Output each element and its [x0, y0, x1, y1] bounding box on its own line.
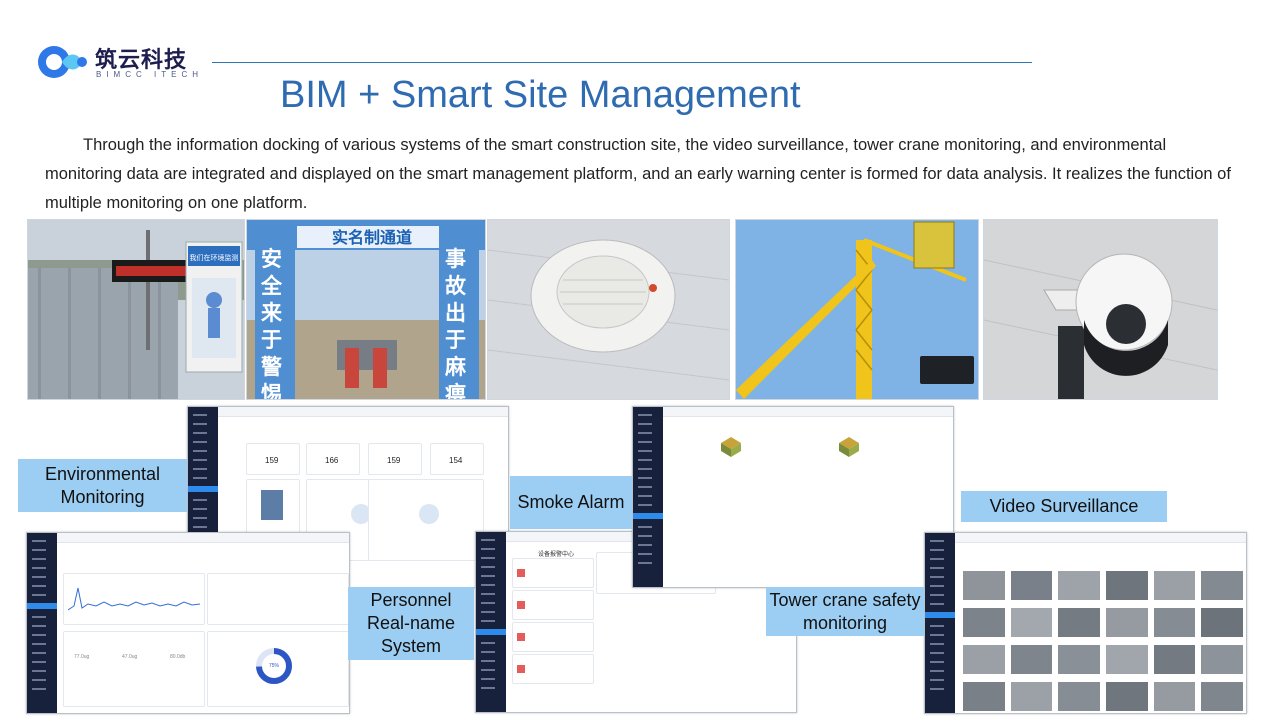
gauge-value: 75% [269, 663, 280, 669]
intro-paragraph: Through the information docking of vario… [45, 136, 1231, 212]
brand-logo-icon [38, 46, 87, 78]
screenshot-video-surveillance [924, 532, 1247, 714]
photo-sign-text: 我们在环境监测 [190, 253, 239, 262]
stat-value: 154 [449, 456, 463, 465]
label-personnel-real-name: Personnel Real-name System [348, 587, 474, 660]
page-title: BIM + Smart Site Management [280, 74, 801, 116]
reading-value: 47.0ug [122, 654, 138, 660]
gate-top-sign: 实名制通道 [332, 228, 412, 247]
photo-real-name-gate: 实名制通道 安全来于警惕 事故出于麻痹 [246, 219, 486, 400]
crane-icon [721, 437, 741, 457]
stat-value: 159 [265, 456, 279, 465]
stat-value: 159 [387, 456, 401, 465]
trend-line-chart [68, 587, 200, 611]
crane-icon [839, 437, 859, 457]
header-divider [212, 62, 1032, 63]
label-environmental-monitoring: Environmental Monitoring [18, 459, 187, 512]
label-smoke-alarm: Smoke Alarm [510, 476, 632, 529]
photo-dome-camera [983, 219, 1218, 400]
reading-value: 80.0db [170, 654, 186, 660]
photo-smoke-detector [487, 219, 730, 400]
brand-name-en: BIMCC ITECH [96, 70, 203, 79]
reading-value: 77.0ug [74, 654, 90, 660]
camera-grid [963, 571, 1243, 711]
screenshot-tower-crane [632, 406, 954, 588]
gate-right-sign: 事故出于麻痹 [445, 247, 466, 400]
app-topbar [218, 407, 508, 417]
label-tower-crane-safety: Tower crane safety monitoring [766, 587, 924, 636]
alarm-center-header: 设备报警中心 [538, 551, 575, 558]
label-video-surveillance: Video Surveillance [961, 491, 1167, 522]
stat-value: 166 [325, 456, 339, 465]
gate-left-sign: 安全来于警惕 [261, 247, 282, 400]
photo-environmental-station: 我们在环境监测 [27, 219, 245, 400]
screenshot-environmental: 77.0ug 47.0ug 80.0db 75% [26, 532, 350, 714]
photo-tower-crane [735, 219, 979, 400]
